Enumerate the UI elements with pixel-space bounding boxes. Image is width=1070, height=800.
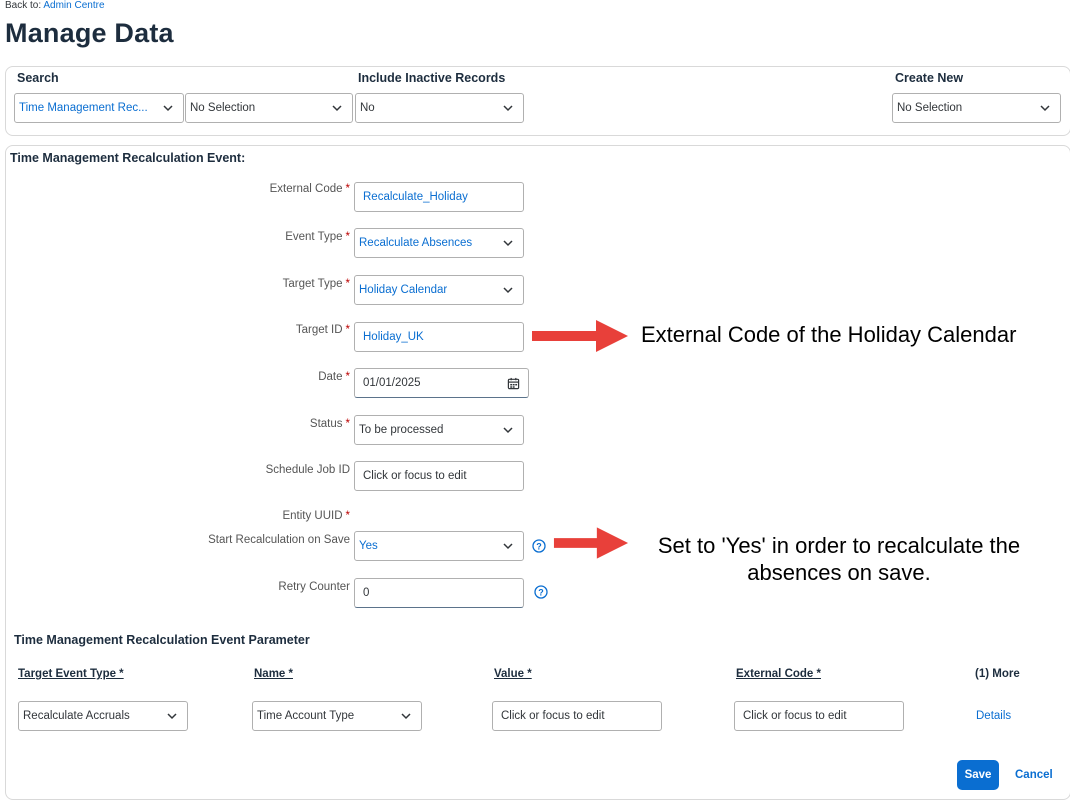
back-prefix: Back to: [5, 0, 42, 11]
arrow-icon [532, 320, 628, 352]
schedule-job-id-input[interactable]: Click or focus to edit [354, 461, 524, 491]
svg-text:?: ? [536, 541, 542, 551]
help-icon[interactable]: ? [534, 585, 548, 599]
target-id-input[interactable]: Holiday_UK [354, 322, 524, 352]
col-target-event-type: Target Event Type * [18, 668, 124, 680]
entity-uuid-label: Entity UUID * [282, 510, 350, 522]
chevron-down-icon [503, 105, 513, 112]
include-inactive-select[interactable]: No [355, 93, 524, 123]
chevron-down-icon [503, 287, 513, 294]
cancel-button[interactable]: Cancel [1015, 769, 1053, 781]
required-mark: * [345, 510, 350, 522]
col-external-code: External Code * [736, 668, 821, 680]
search-label: Search [17, 71, 59, 85]
page-title: Manage Data [5, 18, 174, 48]
chevron-down-icon [167, 713, 177, 720]
param-value-input[interactable]: Click or focus to edit [492, 701, 662, 731]
param-name-value: Time Account Type [257, 710, 355, 722]
status-select[interactable]: To be processed [354, 415, 524, 445]
recalc-annotation-line2: absences on save. [747, 560, 931, 585]
required-mark: * [345, 183, 350, 195]
target-type-select[interactable]: Holiday Calendar [354, 275, 524, 305]
col-value: Value * [494, 668, 532, 680]
param-target-event-type-select[interactable]: Recalculate Accruals [18, 701, 188, 731]
back-to-admin-centre-link[interactable]: Admin Centre [43, 0, 104, 11]
col-more: (1) More [975, 668, 1020, 680]
external-code-input[interactable]: Recalculate_Holiday [354, 182, 524, 212]
params-title: Time Management Recalculation Event Para… [14, 633, 310, 647]
create-new-value: No Selection [897, 102, 963, 114]
event-type-value: Recalculate Absences [359, 237, 473, 249]
retry-counter-input[interactable]: 0 [354, 578, 524, 608]
param-external-code-input[interactable]: Click or focus to edit [734, 701, 904, 731]
required-mark: * [345, 278, 350, 290]
include-inactive-value: No [360, 102, 375, 114]
external-code-label: External Code * [269, 183, 350, 195]
required-mark: * [345, 231, 350, 243]
col-name: Name * [254, 668, 293, 680]
chevron-down-icon [503, 427, 513, 434]
recalc-annotation: Set to 'Yes' in order to recalculate the… [636, 532, 1042, 586]
chevron-down-icon [503, 543, 513, 550]
target-id-annotation: External Code of the Holiday Calendar [641, 322, 1017, 347]
chevron-down-icon [503, 240, 513, 247]
form-title: Time Management Recalculation Event: [10, 151, 246, 165]
param-name-select[interactable]: Time Account Type [252, 701, 422, 731]
date-picker[interactable]: 01/01/2025 [354, 368, 529, 398]
svg-text:?: ? [538, 587, 544, 597]
event-type-select[interactable]: Recalculate Absences [354, 228, 524, 258]
object-select-value: No Selection [190, 102, 256, 114]
start-recalc-select[interactable]: Yes [354, 531, 524, 561]
object-type-select[interactable]: Time Management Rec... [14, 93, 184, 123]
include-inactive-label: Include Inactive Records [358, 71, 506, 85]
start-recalc-value: Yes [359, 540, 378, 552]
help-icon[interactable]: ? [532, 539, 546, 553]
create-new-label: Create New [895, 71, 964, 85]
chevron-down-icon [332, 105, 342, 112]
param-target-event-type-value: Recalculate Accruals [23, 710, 130, 722]
status-label: Status * [309, 418, 350, 430]
chevron-down-icon [401, 713, 411, 720]
target-type-label: Target Type * [282, 278, 350, 290]
retry-counter-label: Retry Counter [278, 581, 350, 593]
calendar-icon[interactable] [507, 377, 520, 390]
required-mark: * [345, 324, 350, 336]
chevron-down-icon [1040, 105, 1050, 112]
chevron-down-icon [163, 105, 173, 112]
arrow-icon [553, 527, 629, 559]
object-select[interactable]: No Selection [185, 93, 353, 123]
object-type-value: Time Management Rec... [19, 102, 148, 114]
date-value: 01/01/2025 [363, 377, 421, 389]
status-value: To be processed [359, 424, 444, 436]
create-new-select[interactable]: No Selection [892, 93, 1061, 123]
required-mark: * [345, 418, 350, 430]
details-link[interactable]: Details [976, 710, 1011, 722]
schedule-job-id-label: Schedule Job ID [265, 464, 350, 476]
start-recalc-label: Start Recalculation on Save [208, 534, 350, 546]
target-id-label: Target ID * [295, 324, 350, 336]
event-type-label: Event Type * [285, 231, 350, 243]
target-type-value: Holiday Calendar [359, 284, 448, 296]
back-link-row: Back to: Admin Centre [5, 0, 105, 11]
recalc-annotation-line1: Set to 'Yes' in order to recalculate the [657, 533, 1021, 558]
date-label: Date * [318, 371, 350, 383]
save-button[interactable]: Save [957, 760, 999, 790]
required-mark: * [345, 371, 350, 383]
